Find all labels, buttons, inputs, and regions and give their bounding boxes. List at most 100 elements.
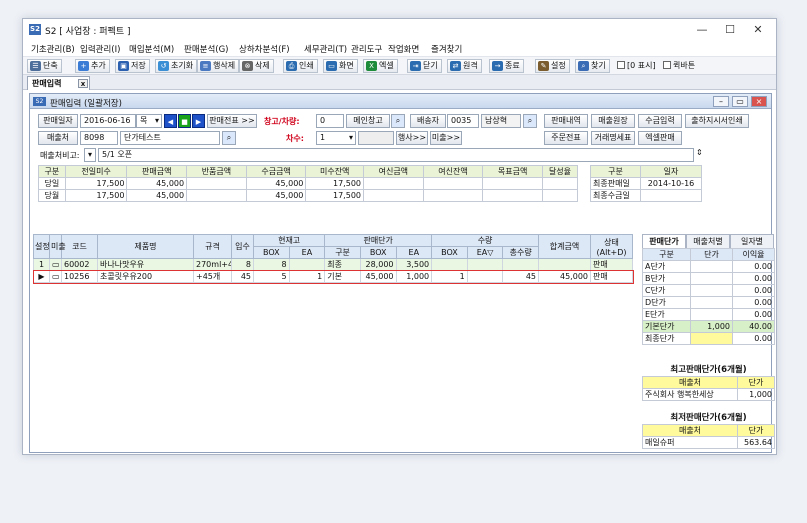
price-ea[interactable]: 1,000 — [395, 270, 433, 283]
menu-workspace[interactable]: 작업화면 — [388, 43, 419, 55]
menu-favorites[interactable]: 즐겨찾기 — [431, 43, 462, 55]
show-zero-checkbox[interactable]: [0 표시] — [617, 60, 656, 71]
max-price-cell: 1,000 — [737, 388, 775, 401]
sale-date-field[interactable]: 2016-06-16 — [80, 114, 136, 128]
price-row[interactable]: C단가 0.00 — [642, 284, 775, 297]
statement-button[interactable]: 거래명세표 — [591, 131, 635, 145]
price-row[interactable]: D단가 0.00 — [642, 296, 775, 309]
line-state[interactable]: 판매 — [590, 258, 633, 271]
summary-cell: 45,000 — [126, 177, 188, 190]
add-icon: + — [78, 61, 89, 71]
table-row[interactable]: 1 ▭ 60002 바나나맛우유 270ml+4+ 8 8 최종 28,000 … — [33, 258, 633, 271]
remark-dropdown[interactable]: ▾ — [84, 148, 96, 162]
price-box[interactable]: 28,000 — [359, 258, 397, 271]
remark-scroll-icon[interactable]: ⇕ — [696, 148, 703, 157]
menu-sales-analysis[interactable]: 판매분석(G) — [184, 43, 229, 55]
customer-code-field[interactable]: 8098 — [80, 131, 118, 145]
add-button[interactable]: + 추가 — [75, 59, 110, 73]
max-price-row[interactable]: 주식회사 행복한세상 1,000 — [642, 388, 775, 401]
panel-restore-button[interactable]: ▭ — [732, 96, 748, 107]
deliverer-code-field[interactable]: 0035 — [447, 114, 479, 128]
product-name[interactable]: 초콜릿우유200 — [97, 270, 194, 283]
price-row-base[interactable]: 기본단가 1,000 40.00 — [642, 320, 775, 333]
price-type[interactable]: 기본 — [324, 270, 361, 283]
toolbar: ☰ 단축 + 추가 ▣ 저장 ↺ 초기화 ≡ 행삭제 ⊗ 삭제 ⎙ 인쇄 ▭ 화면 X 엑셀 ⇥ 닫… — [23, 56, 776, 75]
menu-tax[interactable]: 세무관리(T) — [304, 43, 347, 55]
print-button[interactable]: ⎙ 인쇄 — [283, 59, 318, 73]
prev-arrow-button[interactable]: ◀ — [164, 114, 177, 128]
panel-minimize-button[interactable]: – — [713, 96, 729, 107]
menu-basic[interactable]: 기초관리(B) — [31, 43, 75, 55]
price-box[interactable]: 45,000 — [359, 270, 397, 283]
shipping-order-print-button[interactable]: 출하지시서인쇄 — [685, 114, 749, 128]
tab-sale-price[interactable]: 판매단가 — [642, 234, 686, 248]
reset-icon: ↺ — [158, 61, 169, 71]
qty-ea[interactable] — [466, 270, 504, 283]
weekday-select[interactable]: 목 ▾ — [136, 114, 162, 128]
close-tab-button[interactable]: ⇥ 닫기 — [407, 59, 442, 73]
product-code[interactable]: 10256 — [61, 270, 98, 283]
collection-input-button[interactable]: 수금입력 — [638, 114, 682, 128]
product-name[interactable]: 바나나맛우유 — [97, 258, 194, 271]
next-arrow-button[interactable]: ▶ — [192, 114, 205, 128]
qty-ea[interactable] — [466, 258, 504, 271]
pack-qty: 45 — [231, 270, 254, 283]
shortcut-button[interactable]: ☰ 단축 — [27, 59, 62, 73]
quit-button[interactable]: → 종료 — [489, 59, 524, 73]
quick-button-checkbox[interactable]: 퀵바튼 — [663, 60, 695, 71]
price-row[interactable]: E단가 0.00 — [642, 308, 775, 321]
remark-field[interactable]: 5/1 오픈 — [98, 148, 694, 162]
tab-close-icon[interactable]: x — [78, 79, 88, 88]
settings-button[interactable]: ✎ 설정 — [535, 59, 570, 73]
price-row[interactable]: B단가 0.00 — [642, 272, 775, 285]
deliverer-search-icon[interactable]: ⌕ — [523, 114, 537, 128]
minimize-button[interactable]: — — [690, 22, 714, 38]
price-ea[interactable]: 3,500 — [395, 258, 433, 271]
excel-sales-button[interactable]: 엑셀판매 — [638, 131, 682, 145]
order-slip-button[interactable]: 주문전표 — [544, 131, 588, 145]
excel-button[interactable]: X 엑셀 — [363, 59, 398, 73]
line-state[interactable]: 판매 — [590, 270, 633, 283]
menu-purchase-analysis[interactable]: 매입분석(M) — [129, 43, 174, 55]
tab-sales-input[interactable]: 판매입력 x — [27, 76, 90, 90]
price-type[interactable]: 최종 — [324, 258, 361, 271]
save-button[interactable]: ▣ 저장 — [115, 59, 150, 73]
table-row-selected[interactable]: ▶ ▭ 10256 초콜릿우유200 +45개 45 5 1 기본 45,000… — [32, 269, 634, 284]
panel-close-button[interactable]: × — [751, 96, 767, 107]
screen-button[interactable]: ▭ 화면 — [323, 59, 358, 73]
product-code[interactable]: 60002 — [61, 258, 98, 271]
outgoing-button[interactable]: 미출>> — [430, 131, 462, 145]
menu-input[interactable]: 입력관리(I) — [80, 43, 120, 55]
remote-button[interactable]: ⇄ 원격 — [447, 59, 482, 73]
warehouse-search-icon[interactable]: ⌕ — [391, 114, 405, 128]
price-row[interactable]: 최종단가 0.00 — [642, 332, 775, 345]
event-button[interactable]: 행사>> — [396, 131, 428, 145]
price-cell: 0.00 — [732, 260, 775, 273]
sequence-select[interactable]: 1 ▾ — [316, 131, 356, 145]
delete-row-button[interactable]: ≡ 행삭제 — [197, 59, 240, 73]
row-checkbox[interactable]: ▭ — [49, 258, 62, 271]
menu-loading-analysis[interactable]: 상하차분석(F) — [239, 43, 290, 55]
find-label: 찾기 — [591, 61, 606, 70]
max-price-table: 매출처 단가 주식회사 행복한세상 1,000 — [642, 376, 775, 401]
sales-ledger-button[interactable]: 매출원장 — [591, 114, 635, 128]
tab-by-customer[interactable]: 매출처별 — [686, 234, 730, 248]
menu-tools[interactable]: 관리도구 — [351, 43, 382, 55]
warehouse-code-field[interactable]: 0 — [316, 114, 344, 128]
delete-button[interactable]: ⊗ 삭제 — [239, 59, 274, 73]
close-button[interactable]: ✕ — [746, 22, 770, 38]
qty-box[interactable]: 1 — [431, 270, 468, 283]
tab-by-date[interactable]: 일자별 — [730, 234, 774, 248]
reset-button[interactable]: ↺ 초기화 — [155, 59, 198, 73]
customer-name-field[interactable]: 단가테스트 — [120, 131, 220, 145]
find-button[interactable]: ⌕ 찾기 — [575, 59, 610, 73]
min-price-row[interactable]: 매일슈퍼 563.64 — [642, 436, 775, 449]
customer-search-icon[interactable]: ⌕ — [222, 131, 236, 145]
sales-slip-button[interactable]: 판매전표 >> — [207, 114, 257, 128]
maximize-button[interactable]: ☐ — [718, 22, 742, 38]
price-row[interactable]: A단가 0.00 — [642, 260, 775, 273]
qty-box[interactable] — [431, 258, 468, 271]
row-checkbox[interactable]: ▭ — [49, 270, 62, 283]
today-button[interactable]: ■ — [178, 114, 191, 128]
sales-history-button[interactable]: 판매내역 — [544, 114, 588, 128]
